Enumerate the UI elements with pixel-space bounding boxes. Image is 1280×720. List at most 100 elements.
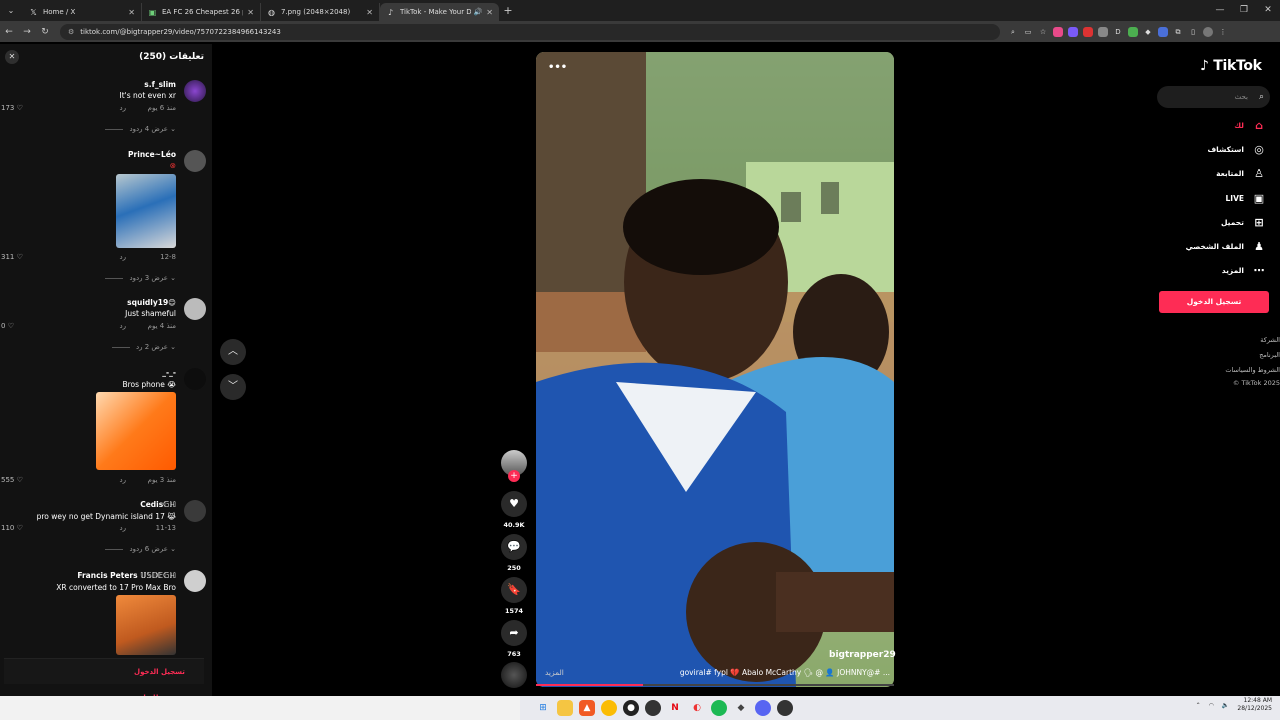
zoom-icon[interactable]: ⌕: [1008, 27, 1018, 37]
view-replies-button[interactable]: عرض 6 ردود ⌄: [105, 545, 176, 553]
save-button[interactable]: 🔖 1574: [500, 577, 528, 615]
sidebar-toggle-icon[interactable]: ▯: [1188, 27, 1198, 37]
search-input[interactable]: بحث ⌕: [1157, 86, 1270, 108]
heart-icon[interactable]: ♥: [501, 491, 527, 517]
extension-icon[interactable]: [1158, 26, 1168, 37]
search-icon[interactable]: ⌕: [1259, 86, 1264, 108]
spotify-icon[interactable]: [711, 700, 727, 716]
comment-like[interactable]: 311 ♡: [1, 253, 23, 261]
view-replies-button[interactable]: عرض 3 ردود ⌄: [105, 274, 176, 282]
cast-icon[interactable]: ▭: [1023, 27, 1033, 37]
extension-icon[interactable]: ◆: [1143, 27, 1153, 37]
media-player-icon[interactable]: ◐: [689, 700, 705, 716]
reply-button[interactable]: رد: [120, 476, 127, 484]
reload-icon[interactable]: ↻: [36, 27, 54, 37]
avatar[interactable]: [184, 80, 206, 102]
follow-plus-icon[interactable]: +: [508, 470, 520, 482]
brave-browser-icon[interactable]: ▲: [579, 700, 595, 716]
netflix-icon[interactable]: N: [667, 700, 683, 716]
creator-avatar-button[interactable]: +: [500, 450, 528, 482]
extensions-puzzle-icon[interactable]: ⧉: [1173, 27, 1183, 37]
footer-link-terms[interactable]: الشروط والسياسات: [1225, 366, 1280, 374]
view-replies-button[interactable]: عرض 2 رد ⌄: [112, 343, 176, 351]
new-tab-button[interactable]: +: [499, 4, 517, 17]
comment-bubble-icon[interactable]: 💬: [501, 534, 527, 560]
sidebar-item-explore[interactable]: استكشاف ◎: [1207, 141, 1266, 157]
sidebar-item-upload[interactable]: تحميل ⊞: [1221, 214, 1266, 230]
extension-icon[interactable]: [1128, 26, 1138, 37]
url-field[interactable]: ⚙ tiktok.com/@bigtrapper29/video/7570722…: [60, 23, 1000, 40]
sidebar-item-profile[interactable]: الملف الشخصي ♟: [1186, 238, 1266, 254]
comment-username[interactable]: Francis Peters 𝕌𝕊𝔻𝔼𝔾ℍ: [77, 571, 176, 580]
avatar[interactable]: [184, 570, 206, 592]
app-icon[interactable]: ◆: [733, 700, 749, 716]
close-tab-icon[interactable]: ✕: [128, 8, 135, 17]
caption-more-button[interactable]: المزيد: [545, 668, 564, 677]
like-button[interactable]: ♥ 40.9K: [500, 491, 528, 529]
sidebar-item-following[interactable]: المتابعة ♙: [1216, 165, 1266, 181]
tiktok-logo[interactable]: ♪ TikTok: [1200, 58, 1262, 74]
chrome-icon[interactable]: [601, 700, 617, 716]
bookmark-icon[interactable]: 🔖: [501, 577, 527, 603]
comment-image[interactable]: [116, 595, 176, 655]
close-comments-button[interactable]: ✕: [5, 50, 19, 64]
previous-video-button[interactable]: ︿: [220, 339, 246, 365]
close-tab-icon[interactable]: ✕: [486, 8, 493, 17]
more-options-icon[interactable]: •••: [548, 62, 567, 73]
sidebar-item-live[interactable]: LIVE ▣: [1226, 190, 1267, 206]
extension-icon[interactable]: [1083, 26, 1093, 37]
windows-start-icon[interactable]: ⊞: [535, 700, 551, 716]
discord-icon[interactable]: [755, 700, 771, 716]
sidebar-item-for-you[interactable]: لك ⌂: [1234, 117, 1266, 133]
clock[interactable]: 12:48 AM 28/12/2025: [1237, 697, 1272, 713]
close-window-icon[interactable]: ✕: [1256, 0, 1280, 21]
footer-link-company[interactable]: الشركة: [1260, 336, 1280, 344]
footer-link-program[interactable]: البرنامج: [1259, 351, 1280, 359]
avatar[interactable]: [184, 298, 206, 320]
reply-button[interactable]: رد: [120, 104, 127, 112]
comment-username[interactable]: s.f_slim: [144, 80, 176, 89]
comment-username[interactable]: Cedis𝔾ℍ: [140, 500, 176, 509]
login-to-comment-link[interactable]: تسجيل الدخول للتعليق: [4, 658, 204, 696]
login-button[interactable]: تسجيل الدخول: [1159, 291, 1269, 313]
browser-menu-icon[interactable]: ⋮: [1218, 27, 1228, 37]
close-tab-icon[interactable]: ✕: [366, 8, 373, 17]
chevron-up-icon[interactable]: ⌃: [1196, 702, 1201, 709]
share-arrow-icon[interactable]: ➦: [501, 620, 527, 646]
extension-icon[interactable]: D: [1113, 27, 1123, 37]
comment-username[interactable]: squidly19😊: [127, 298, 176, 307]
back-icon[interactable]: ←: [0, 27, 18, 37]
app-icon[interactable]: [777, 700, 793, 716]
comment-button[interactable]: 💬 250: [500, 534, 528, 572]
reply-button[interactable]: رد: [120, 524, 127, 532]
music-disc-icon[interactable]: [501, 662, 527, 688]
speaker-icon[interactable]: 🔊: [474, 8, 483, 16]
extension-icon[interactable]: [1053, 26, 1063, 37]
profile-avatar-icon[interactable]: [1203, 26, 1213, 37]
caption-text[interactable]: goviral# fypl 💔 Abalo McCarthy 🗣 @ 👤 JOH…: [680, 668, 890, 677]
video-progress-bar[interactable]: [536, 684, 894, 686]
volume-icon[interactable]: 🔈: [1222, 702, 1229, 709]
comment-username[interactable]: Prince~Léo: [128, 150, 176, 159]
comment-like[interactable]: 0 ♡: [1, 322, 14, 330]
wifi-icon[interactable]: ◠: [1209, 702, 1214, 709]
share-button[interactable]: ➦ 763: [500, 620, 528, 658]
maximize-icon[interactable]: ❐: [1232, 0, 1256, 21]
comment-image[interactable]: [116, 174, 176, 248]
video-author[interactable]: bigtrapper29: [829, 650, 896, 660]
file-explorer-icon[interactable]: [557, 700, 573, 716]
reply-button[interactable]: رد: [120, 322, 127, 330]
avatar[interactable]: [184, 368, 206, 390]
comment-like[interactable]: 555 ♡: [1, 476, 23, 484]
avatar[interactable]: [184, 150, 206, 172]
music-disc-button[interactable]: [500, 662, 528, 688]
view-replies-button[interactable]: عرض 4 ردود ⌄: [105, 125, 176, 133]
comment-image[interactable]: [96, 392, 176, 470]
browser-tab-active[interactable]: ♪ TikTok - Make Your Day 🔊 ✕: [380, 3, 499, 21]
reply-button[interactable]: رد: [120, 253, 127, 261]
minimize-icon[interactable]: —: [1208, 0, 1232, 21]
browser-tab[interactable]: ▣ EA FC 26 Cheapest 26 players | ✕: [142, 3, 261, 21]
sidebar-item-more[interactable]: المزيد ⋯: [1222, 262, 1266, 278]
extension-icon[interactable]: [1068, 26, 1078, 37]
video-player[interactable]: [536, 52, 894, 687]
